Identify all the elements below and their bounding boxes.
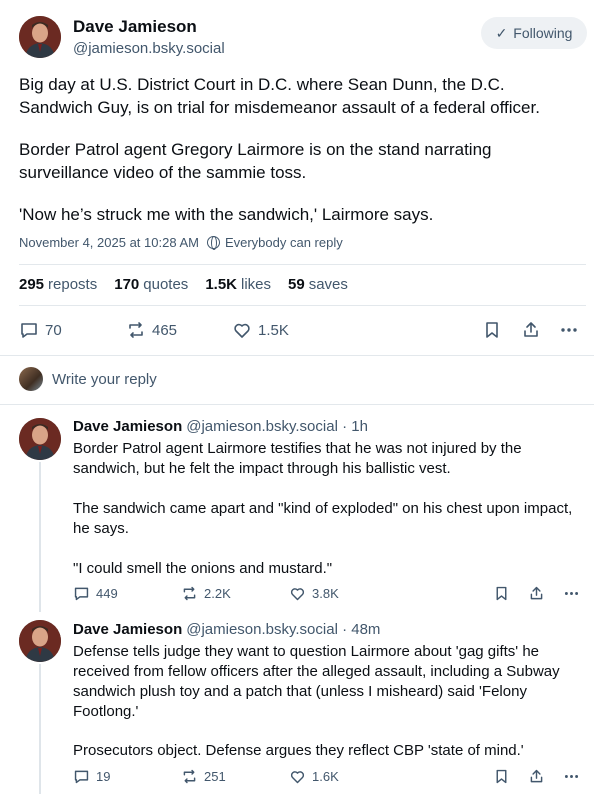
heart-icon [234,323,250,338]
post-paragraph: Big day at U.S. District Court in D.C. w… [19,75,540,117]
bookmark-icon [486,322,498,338]
reply-count: 449 [96,586,118,601]
post-paragraph: 'Now he’s struck me with the sandwich,' … [19,205,434,224]
reply-setting-label: Everybody can reply [224,235,343,250]
share-icon [524,322,538,337]
more-options-button[interactable] [559,320,579,340]
stat-reposts[interactable]: 295 reposts [19,276,97,293]
reply-paragraph: Border Patrol agent Lairmore testifies t… [73,440,522,477]
reply-author-name[interactable]: Dave Jamieson [73,621,182,638]
current-user-avatar [19,367,43,391]
reply-actions: 449 2.2K 3.8K [0,585,594,605]
reply-count: 19 [96,769,111,784]
like-button[interactable]: 1.5K [232,320,289,340]
reply-author-avatar[interactable] [19,620,61,662]
reply-paragraph: "I could smell the onions and mustard." [73,560,333,577]
bookmark-button[interactable] [493,585,510,602]
heart-icon [290,771,305,784]
like-count: 3.8K [312,586,339,601]
reply-actions: 19 251 1.6K [0,768,594,788]
following-button[interactable]: ✓ Following [481,17,587,49]
reply-author-handle[interactable]: @jamieson.bsky.social [186,621,338,638]
repost-count: 251 [204,769,226,784]
more-icon [561,328,577,332]
like-button[interactable]: 3.8K [289,585,339,602]
stat-quotes[interactable]: 170 quotes [114,276,188,293]
repost-icon [183,586,196,601]
reply-author-avatar[interactable] [19,418,61,460]
reply-setting: Everybody can reply [206,235,343,250]
stat-likes[interactable]: 1.5K likes [205,276,271,293]
reply-time[interactable]: · 48m [342,621,380,638]
repost-count: 465 [152,321,178,339]
divider [19,305,586,306]
reply-author-handle[interactable]: @jamieson.bsky.social [186,418,338,435]
reply-header: Dave Jamieson @jamieson.bsky.social · 1h [73,418,368,435]
like-button[interactable]: 1.6K [289,768,339,785]
share-button[interactable] [521,320,541,340]
reply-icon [21,323,37,338]
repost-button[interactable]: 251 [181,768,226,785]
share-icon [530,769,543,783]
reply-count: 70 [45,321,62,339]
following-label: Following [513,25,573,41]
reply-icon [74,770,89,784]
heart-icon [290,588,305,601]
author-name[interactable]: Dave Jamieson [73,17,197,37]
bookmark-button[interactable] [482,320,502,340]
divider [19,264,586,265]
globe-icon [206,236,220,250]
post-meta: November 4, 2025 at 10:28 AM Everybody c… [19,235,343,250]
more-options-button[interactable] [563,585,580,602]
repost-count: 2.2K [204,586,231,601]
reply-button[interactable]: 449 [73,585,118,602]
divider [0,404,594,405]
post-actions: 70 465 1.5K [0,316,594,346]
bookmark-icon [496,586,507,601]
share-icon [530,586,543,600]
reply-author-name[interactable]: Dave Jamieson [73,418,182,435]
author-handle[interactable]: @jamieson.bsky.social [73,40,225,57]
more-options-button[interactable] [563,768,580,785]
share-button[interactable] [528,585,545,602]
bookmark-icon [496,769,507,784]
more-icon [564,592,579,595]
bookmark-button[interactable] [493,768,510,785]
reply-paragraph: Prosecutors object. Defense argues they … [73,742,524,759]
reply-placeholder: Write your reply [52,370,157,388]
repost-icon [183,769,196,784]
like-count: 1.6K [312,769,339,784]
post-stats: 295 reposts 170 quotes 1.5K likes 59 saves [19,276,348,293]
more-icon [564,775,579,778]
repost-button[interactable]: 465 [126,320,177,340]
divider [0,355,594,356]
post-paragraph: Border Patrol agent Gregory Lairmore is … [19,140,492,182]
reply-paragraph: The sandwich came apart and "kind of exp… [73,500,573,537]
repost-icon [129,322,143,338]
author-avatar[interactable] [19,16,61,58]
stat-saves[interactable]: 59 saves [288,276,348,293]
reply-paragraph: Defense tells judge they want to questio… [73,643,560,720]
checkmark-icon: ✓ [495,24,508,41]
repost-button[interactable]: 2.2K [181,585,231,602]
reply-composer[interactable]: Write your reply [19,367,157,391]
like-count: 1.5K [258,321,289,339]
reply-button[interactable]: 19 [73,768,110,785]
reply-button[interactable]: 70 [19,320,62,340]
post-timestamp[interactable]: November 4, 2025 at 10:28 AM [19,235,199,250]
reply-header: Dave Jamieson @jamieson.bsky.social · 48m [73,621,380,638]
reply-time[interactable]: · 1h [342,418,368,435]
reply-icon [74,587,89,601]
share-button[interactable] [528,768,545,785]
